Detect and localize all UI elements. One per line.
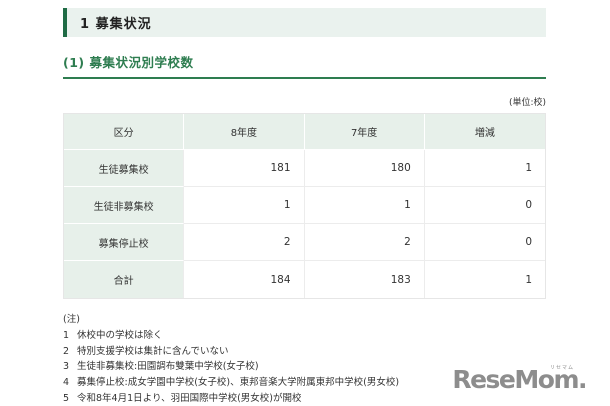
note-number: 5 [63, 393, 77, 406]
value-cell: 0 [425, 187, 545, 224]
value-cell: 184 [184, 261, 304, 298]
schools-count-table: 区分8年度7年度増減 生徒募集校1811801生徒非募集校110募集停止校220… [63, 113, 546, 299]
note-item: 2特別支援学校は集計に含んでいない [63, 346, 546, 359]
article-page: 1 募集状況 (1) 募集状況別学校数 (単位:校) 区分8年度7年度増減 生徒… [63, 8, 546, 406]
note-item: 1休校中の学校は除く [63, 330, 546, 343]
note-text: 募集停止校:成女学園中学校(女子校)、東邦音楽大学附属東邦中学校(男女校) [77, 377, 399, 390]
value-cell: 1 [184, 187, 304, 224]
logo-ruby-text: リセマム [550, 366, 574, 371]
value-cell: 0 [425, 224, 545, 261]
section-title: 1 募集状況 [80, 13, 152, 32]
column-header: 8年度 [184, 114, 304, 150]
subsection-title: (1) 募集状況別学校数 [63, 52, 546, 79]
value-cell: 1 [305, 187, 425, 224]
value-cell: 1 [425, 150, 545, 187]
table-header-row: 区分8年度7年度増減 [64, 114, 545, 150]
table-row: 生徒非募集校110 [64, 187, 545, 224]
value-cell: 183 [305, 261, 425, 298]
column-header: 増減 [425, 114, 545, 150]
row-label-cell: 生徒募集校 [64, 150, 184, 187]
note-text: 休校中の学校は除く [77, 330, 163, 343]
value-cell: 180 [305, 150, 425, 187]
note-number: 1 [63, 330, 77, 343]
table-row: 合計1841831 [64, 261, 545, 298]
value-cell: 181 [184, 150, 304, 187]
value-cell: 2 [305, 224, 425, 261]
note-text: 特別支援学校は集計に含んでいない [77, 346, 229, 359]
table-row: 生徒募集校1811801 [64, 150, 545, 187]
row-label-cell: 合計 [64, 261, 184, 298]
note-number: 4 [63, 377, 77, 390]
row-label-cell: 生徒非募集校 [64, 187, 184, 224]
row-label-cell: 募集停止校 [64, 224, 184, 261]
note-number: 3 [63, 361, 77, 374]
note-text: 生徒非募集校:田園調布雙葉中学校(女子校) [77, 361, 259, 374]
section-header-bar: 1 募集状況 [63, 8, 546, 37]
column-header: 区分 [64, 114, 184, 150]
note-text: 令和8年4月1日より、羽田国際中学校(男女校)が開校 [77, 393, 301, 406]
value-cell: 2 [184, 224, 304, 261]
note-item: 5令和8年4月1日より、羽田国際中学校(男女校)が開校 [63, 393, 546, 406]
note-number: 2 [63, 346, 77, 359]
unit-label: (単位:校) [63, 95, 546, 108]
resemom-logo: リセマム ReseMom. [452, 367, 586, 392]
value-cell: 1 [425, 261, 545, 298]
column-header: 7年度 [305, 114, 425, 150]
table-row: 募集停止校220 [64, 224, 545, 261]
notes-heading: (注) [63, 314, 546, 327]
